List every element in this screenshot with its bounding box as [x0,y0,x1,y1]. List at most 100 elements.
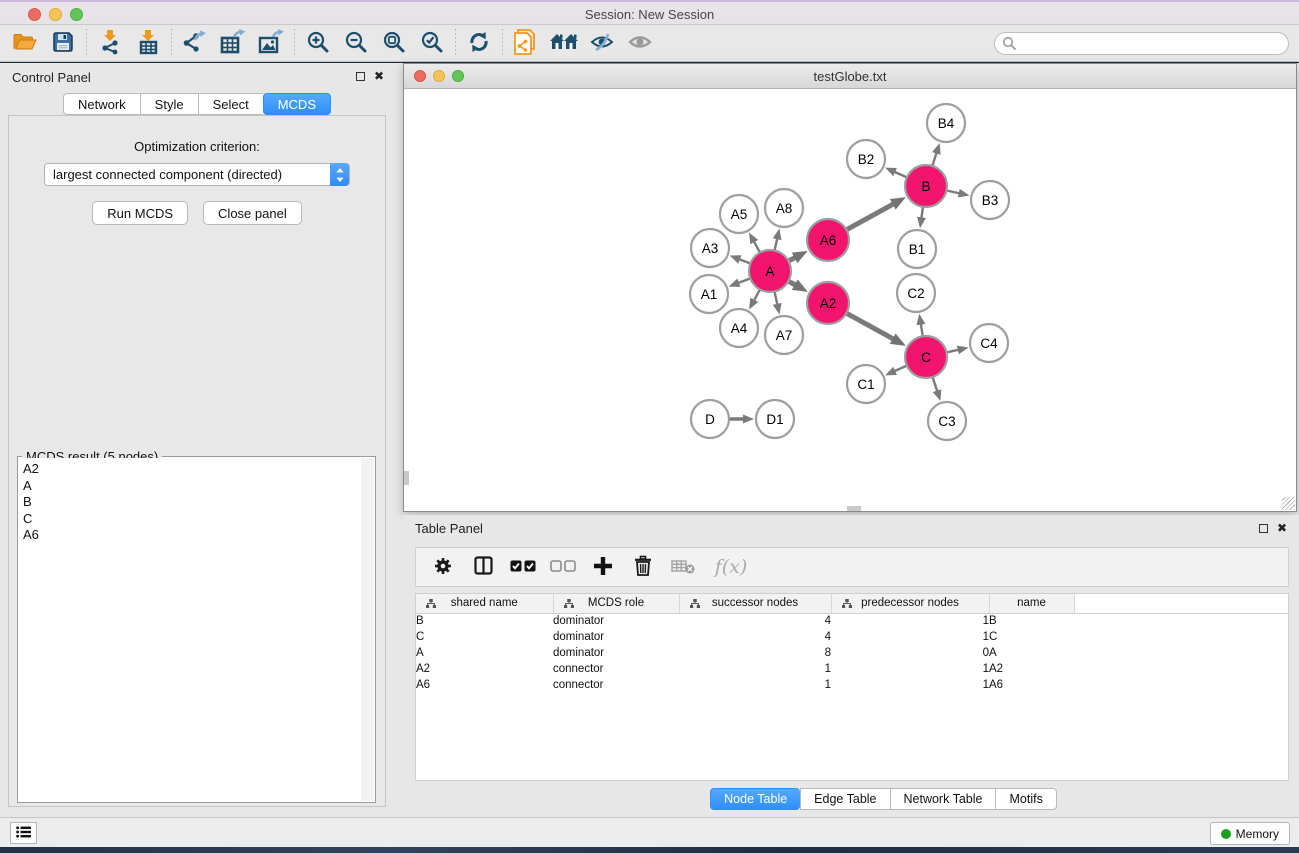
col-shared-name[interactable]: shared name [416,594,553,613]
zoom-in-button[interactable] [299,28,337,58]
graph-edge-A-A8[interactable] [775,238,778,250]
deselect-all-button[interactable] [548,552,578,582]
graph-edge-B-B2[interactable] [894,172,907,178]
open-session-button[interactable] [6,28,44,58]
zoom-selected-button[interactable] [413,28,451,58]
network-vscroll-stub[interactable] [404,471,409,485]
table-tabs: Node Table Edge Table Network Table Moti… [468,788,1299,810]
export-table-button[interactable] [214,28,252,58]
function-builder-button[interactable]: f(x) [708,552,754,582]
table-row[interactable]: Bdominator41B [416,613,1288,629]
table-row[interactable]: A6connector11A6 [416,677,1288,693]
graph-edge-A2-C[interactable] [846,313,893,339]
graph-node-label: A8 [776,201,793,216]
export-image-button[interactable] [252,28,290,58]
graph-edge-C-C2[interactable] [921,324,923,337]
table-row[interactable]: Adominator80A [416,645,1288,661]
graph-edge-A-A3[interactable] [739,259,750,263]
network-window-titlebar[interactable]: testGlobe.txt [404,64,1296,89]
close-panel-icon[interactable]: ✖ [374,70,384,82]
table-toolbar: f(x) [415,547,1289,587]
graph-edge-A-A7[interactable] [774,292,777,305]
show-all-button[interactable] [621,28,659,58]
delete-column-button[interactable] [628,552,658,582]
column-tree-icon [426,599,436,611]
select-all-button[interactable] [508,552,538,582]
float-panel-icon[interactable] [356,72,365,81]
tab-style[interactable]: Style [140,93,198,115]
tab-edge-table[interactable]: Edge Table [800,788,889,810]
search-field-wrap [994,32,1289,55]
network-canvas[interactable]: B4B2BB3A8A5A6A3B1AA1C2A2A4A7C4CC1C3DD1 [404,90,1296,511]
graph-edge-C-C1[interactable] [894,366,907,372]
graph-edge-A-A2[interactable] [788,281,795,285]
graph-edge-C-C4[interactable] [946,350,958,353]
tab-node-table[interactable]: Node Table [710,788,800,810]
optimization-criterion-select[interactable]: largest connected component (directed) [44,163,350,186]
delete-table-button[interactable] [668,552,698,582]
graph-node-label: D1 [766,412,783,427]
close-panel-button[interactable]: Close panel [203,201,302,225]
network-resize-grip[interactable] [1282,497,1295,510]
graph-edge-C-C3[interactable] [933,377,938,392]
apply-layout-button[interactable] [460,28,498,58]
network-window-title: testGlobe.txt [404,64,1296,84]
graph-edge-A-A6[interactable] [789,257,796,261]
import-network-button[interactable] [91,28,129,58]
float-table-panel-icon[interactable] [1259,524,1268,533]
mcds-result-item[interactable]: B [23,494,361,511]
tab-select[interactable]: Select [198,93,263,115]
tab-mcds[interactable]: MCDS [263,93,331,115]
table-header-row: shared name MCDS role successor nodes [416,594,1288,613]
table-row[interactable]: Cdominator41C [416,629,1288,645]
mcds-result-item[interactable]: A [23,478,361,495]
add-column-button[interactable] [588,552,618,582]
network-zoom-button[interactable] [452,70,464,82]
graph-edge-B-B1[interactable] [921,207,923,219]
col-predecessor-nodes[interactable]: predecessor nodes [831,594,989,613]
task-history-button[interactable] [10,822,37,844]
mcds-result-item[interactable]: C [23,511,361,528]
graph-edge-B-B4[interactable] [932,153,936,166]
columns-icon [474,556,493,578]
tab-network-table[interactable]: Network Table [890,788,996,810]
show-columns-button[interactable] [468,552,498,582]
duplicate-network-button[interactable] [507,28,545,58]
col-name[interactable]: name [989,594,1074,613]
network-close-button[interactable] [414,70,426,82]
zoom-out-icon [345,31,367,56]
graph-edge-A-A4[interactable] [754,289,760,300]
tab-motifs[interactable]: Motifs [995,788,1056,810]
network-hscroll-stub[interactable] [847,506,861,511]
zoom-out-button[interactable] [337,28,375,58]
export-network-button[interactable] [176,28,214,58]
table-row[interactable]: A2connector11A2 [416,661,1288,677]
tab-network[interactable]: Network [63,93,140,115]
memory-button[interactable]: Memory [1210,822,1290,845]
zoom-fit-button[interactable] [375,28,413,58]
close-table-panel-icon[interactable]: ✖ [1277,522,1287,534]
mcds-result-item[interactable]: A2 [23,461,361,478]
mcds-result-item[interactable]: A6 [23,527,361,544]
mcds-result-list[interactable]: A2ABCA6 [19,458,361,801]
unchecked-boxes-icon [550,560,576,575]
mcds-result-scrollbar[interactable] [361,458,374,801]
graph-node-label: A7 [776,328,793,343]
graph-edge-A6-B[interactable] [846,204,893,230]
run-mcds-button[interactable]: Run MCDS [92,201,188,225]
graph-edge-B-B3[interactable] [947,190,960,193]
save-session-button[interactable] [44,28,82,58]
network-minimize-button[interactable] [433,70,445,82]
zoom-fit-icon [383,31,405,56]
col-successor-nodes[interactable]: successor nodes [679,594,831,613]
neighborhood-button[interactable] [545,28,583,58]
table-settings-button[interactable] [428,552,458,582]
graph-edge-A-A1[interactable] [738,278,750,283]
control-panel-title: Control Panel [12,70,91,85]
import-table-button[interactable] [129,28,167,58]
network-view-window: testGlobe.txt B4B2BB3A8A5A6A3B1AA1C2A2A4… [403,63,1297,512]
search-input[interactable] [994,32,1289,55]
hide-selected-button[interactable] [583,28,621,58]
graph-edge-A-A5[interactable] [754,241,760,252]
col-mcds-role[interactable]: MCDS role [553,594,679,613]
